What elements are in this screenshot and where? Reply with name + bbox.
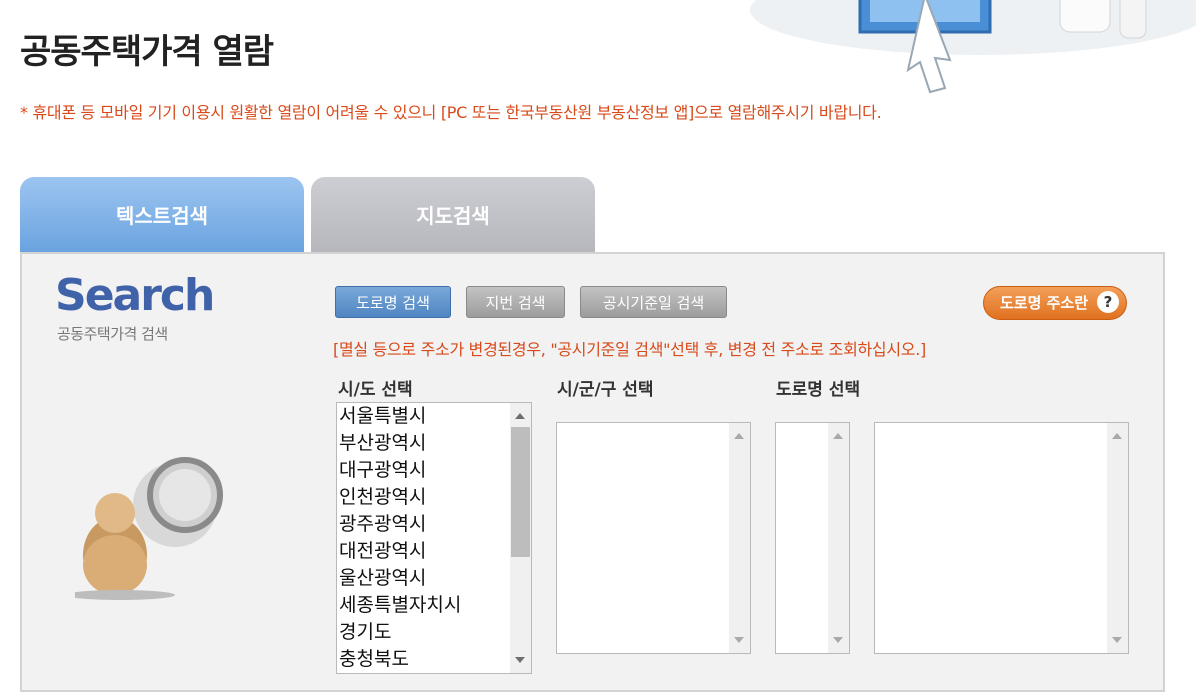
- scroll-up-arrow-icon[interactable]: [1112, 433, 1122, 439]
- search-logo-subtitle: 공동주택가격 검색: [57, 325, 168, 343]
- lot-number-search-button[interactable]: 지번 검색: [466, 286, 565, 318]
- notice-date-search-button[interactable]: 공시기준일 검색: [580, 286, 727, 318]
- scroll-up-arrow-icon[interactable]: [833, 433, 843, 439]
- address-change-warning: [멸실 등으로 주소가 변경된경우, "공시기준일 검색"선택 후, 변경 전 …: [333, 340, 926, 359]
- scroll-up-arrow-icon[interactable]: [515, 413, 525, 419]
- scroll-up-arrow-icon[interactable]: [734, 433, 744, 439]
- sido-option[interactable]: 부산광역시: [337, 430, 531, 457]
- search-logo-title: Search: [55, 270, 215, 321]
- scroll-down-arrow-icon[interactable]: [833, 637, 843, 643]
- sido-option[interactable]: 세종특별자치시: [337, 592, 531, 619]
- sido-option[interactable]: 대구광역시: [337, 457, 531, 484]
- sigungu-scrollbar[interactable]: [729, 423, 750, 653]
- road-address-help-label: 도로명 주소란: [1000, 294, 1089, 312]
- scroll-down-arrow-icon[interactable]: [515, 657, 525, 663]
- tab-map-search[interactable]: 지도검색: [311, 177, 595, 252]
- scroll-down-arrow-icon[interactable]: [1112, 637, 1122, 643]
- sido-option[interactable]: 충청북도: [337, 646, 531, 673]
- help-icon: ?: [1097, 291, 1119, 313]
- road-name-scrollbar[interactable]: [1107, 423, 1128, 653]
- sido-scrollbar[interactable]: [510, 403, 531, 673]
- page-title: 공동주택가격 열람: [20, 32, 274, 72]
- sido-option[interactable]: 대전광역시: [337, 538, 531, 565]
- sido-listbox[interactable]: 서울특별시 부산광역시 대구광역시 인천광역시 광주광역시 대전광역시 울산광역시 세종특별자…: [336, 402, 532, 674]
- sigungu-label: 시/군/구 선택: [557, 380, 654, 400]
- tab-text-search[interactable]: 텍스트검색: [20, 177, 304, 252]
- sido-option[interactable]: 서울특별시: [337, 403, 531, 430]
- sido-option[interactable]: 경기도: [337, 619, 531, 646]
- sido-option[interactable]: 인천광역시: [337, 484, 531, 511]
- user-search-icon: [65, 455, 235, 609]
- scroll-thumb[interactable]: [511, 427, 530, 557]
- road-name-label: 도로명 선택: [776, 380, 861, 400]
- mobile-notice: * 휴대폰 등 모바일 기기 이용시 원활한 열람이 어려울 수 있으니 [PC…: [20, 103, 882, 122]
- sido-option[interactable]: 울산광역시: [337, 565, 531, 592]
- sido-option[interactable]: 광주광역시: [337, 511, 531, 538]
- road-address-help-button[interactable]: 도로명 주소란 ?: [983, 286, 1127, 320]
- scroll-down-arrow-icon[interactable]: [734, 637, 744, 643]
- sigungu-listbox[interactable]: [556, 422, 751, 654]
- road-name-listbox[interactable]: [874, 422, 1129, 654]
- road-name-search-button[interactable]: 도로명 검색: [335, 286, 451, 318]
- road-initial-listbox[interactable]: [775, 422, 850, 654]
- sido-options: 서울특별시 부산광역시 대구광역시 인천광역시 광주광역시 대전광역시 울산광역시 세종특별자…: [337, 403, 531, 673]
- hero-illustration: [720, 0, 1196, 100]
- road-initial-scrollbar[interactable]: [828, 423, 849, 653]
- sido-label: 시/도 선택: [338, 380, 413, 400]
